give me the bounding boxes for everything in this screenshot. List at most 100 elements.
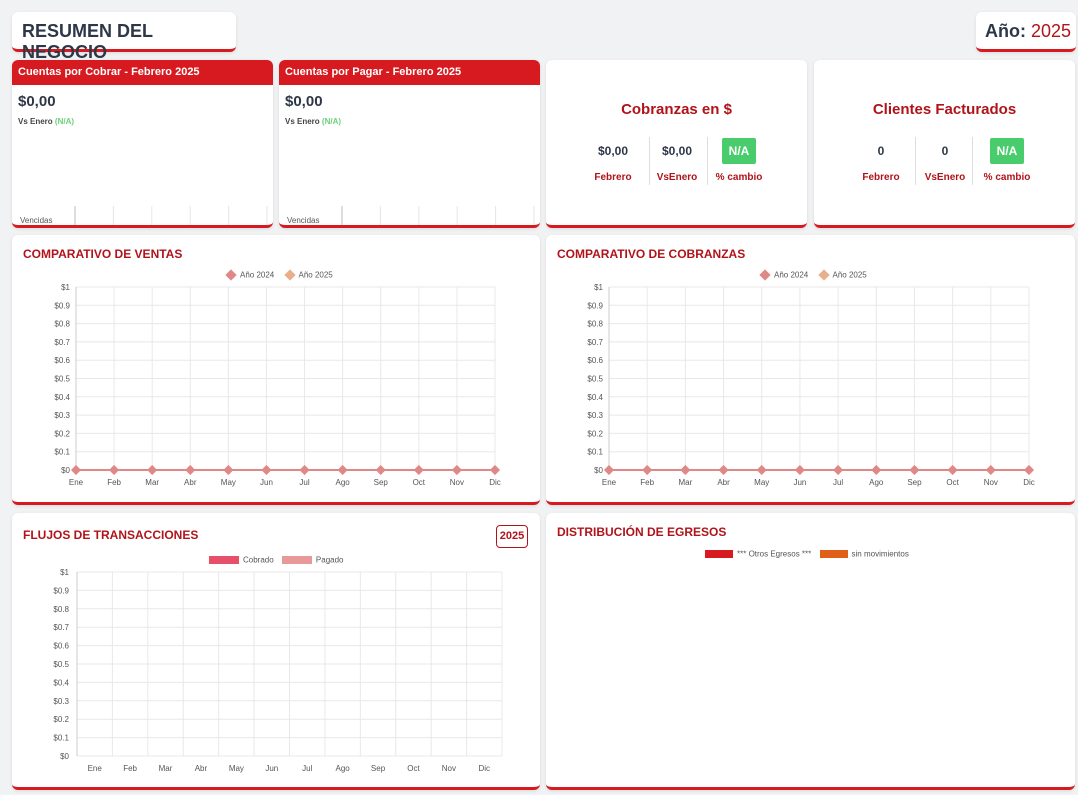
receivable-bar-chart: $0$0.2$0.4$0.6$0.8$1VencidasVigentes [20, 206, 268, 225]
y-tick-label: $1 [61, 283, 70, 292]
y-tick-label: $0.3 [587, 411, 603, 420]
x-tick-label: Ene [602, 478, 617, 487]
y-tick-label: $0.5 [54, 375, 70, 384]
data-point [1024, 465, 1034, 475]
data-point [909, 465, 920, 475]
x-tick-label: Jun [265, 764, 278, 773]
change-badge: N/A [722, 138, 756, 164]
stat-label: Febrero [862, 172, 900, 183]
y-tick-label: $0.5 [53, 660, 69, 669]
panel-title: DISTRIBUCIÓN DE EGRESOS [557, 525, 727, 539]
y-tick-label: $0.2 [54, 429, 70, 438]
y-tick-label: $0 [61, 466, 70, 475]
stat-col-month: $0,00 Febrero [583, 138, 643, 183]
y-tick-label: $0.2 [53, 715, 69, 724]
y-tick-label: $0.6 [53, 642, 69, 651]
divider [707, 137, 708, 185]
x-tick-label: Mar [145, 478, 159, 487]
collections-comparison-panel: COMPARATIVO DE COBRANZAS Año 2024 Año 20… [546, 235, 1075, 505]
y-tick-label: $0.1 [587, 448, 603, 457]
x-tick-label: Feb [107, 478, 121, 487]
expenses-distribution-panel: DISTRIBUCIÓN DE EGRESOS *** Otros Egreso… [546, 513, 1075, 790]
data-point [337, 465, 348, 475]
data-point [833, 465, 844, 475]
x-tick-label: Sep [907, 478, 922, 487]
y-tick-label: $0.1 [54, 448, 70, 457]
stat-label: % cambio [983, 172, 1031, 183]
year-selector[interactable]: Año: 2025 [976, 12, 1076, 52]
data-point [71, 465, 81, 475]
divider [972, 137, 973, 185]
y-tick-label: $0.7 [587, 338, 603, 347]
data-point [947, 465, 958, 475]
stat-value: 0 [941, 144, 949, 158]
x-tick-label: Jul [299, 478, 309, 487]
x-tick-label: Feb [123, 764, 137, 773]
x-tick-label: Ago [336, 478, 351, 487]
legend-item-otros-egresos[interactable]: *** Otros Egresos *** [705, 549, 811, 558]
year-label: Año: [985, 21, 1026, 41]
x-tick-label: Abr [717, 478, 730, 487]
x-tick-label: Jun [260, 478, 273, 487]
stat-label: VsEnero [924, 172, 966, 183]
stat-value: $0,00 [661, 144, 693, 158]
y-tick-label: $0.3 [54, 411, 70, 420]
y-category-label: Vencidas [20, 216, 52, 225]
data-point [718, 465, 729, 475]
legend-item-sin-movimientos[interactable]: sin movimientos [819, 549, 909, 558]
data-point [223, 465, 234, 475]
billed-clients-card: Clientes Facturados 0 Febrero 0 VsEnero N/… [814, 60, 1075, 228]
page-title: RESUMEN DEL NEGOCIO [22, 21, 153, 62]
collections-card: Cobranzas en $ $0,00 Febrero $0,00 VsEnero… [546, 60, 807, 228]
data-point [261, 465, 272, 475]
transactions-flow-panel: FLUJOS DE TRANSACCIONES 2025 Cobrado Pag… [12, 513, 540, 790]
data-point [985, 465, 996, 475]
data-point [794, 465, 805, 475]
x-tick-label: Dic [1023, 478, 1035, 487]
y-tick-label: $1 [594, 283, 603, 292]
data-point [109, 465, 120, 475]
y-tick-label: $0.8 [54, 320, 70, 329]
x-tick-label: Jul [833, 478, 843, 487]
x-tick-label: Nov [442, 764, 456, 773]
data-point [185, 465, 196, 475]
x-tick-label: Nov [450, 478, 464, 487]
data-point [451, 465, 462, 475]
stat-col-month: 0 Febrero [851, 138, 911, 183]
x-tick-label: Sep [374, 478, 389, 487]
stat-title: Clientes Facturados [872, 101, 1017, 118]
stat-col-vs: 0 VsEnero [915, 138, 975, 183]
x-tick-label: Dic [479, 764, 491, 773]
stat-col-change: N/A % cambio [709, 138, 769, 183]
x-tick-label: Mar [159, 764, 173, 773]
data-point [490, 465, 500, 475]
x-tick-label: Sep [371, 764, 386, 773]
sales-line-chart: $0 $0.1 $0.2 $0.3 $0.4 $0.5 $0.6 $0.7 $0.8 $0.9 $1… [54, 283, 500, 487]
data-point [604, 465, 614, 475]
y-tick-label: $0.9 [53, 586, 69, 595]
x-tick-label: Ene [69, 478, 84, 487]
y-tick-label: $0 [60, 752, 69, 761]
data-point [413, 465, 424, 475]
data-point [871, 465, 882, 475]
data-point [147, 465, 158, 475]
y-tick-label: $1 [60, 568, 69, 577]
x-tick-label: Oct [407, 764, 420, 773]
x-tick-label: Oct [413, 478, 426, 487]
data-point [375, 465, 386, 475]
stat-value: 0 [877, 144, 885, 158]
chart-legend: *** Otros Egresos *** sin movimientos [705, 549, 915, 558]
y-tick-label: $0.7 [54, 338, 70, 347]
x-tick-label: Oct [946, 478, 959, 487]
data-point [756, 465, 767, 475]
y-tick-label: $0.9 [54, 301, 70, 310]
x-tick-label: Jun [793, 478, 806, 487]
y-tick-label: $0.2 [587, 429, 603, 438]
sales-comparison-panel: COMPARATIVO DE VENTAS Año 2024 Año 2025 … [12, 235, 540, 505]
data-point [642, 465, 653, 475]
year-value[interactable]: 2025 [1031, 21, 1071, 42]
data-point [680, 465, 691, 475]
x-tick-label: Jul [302, 764, 312, 773]
accounts-receivable-card: Cuentas por Cobrar - Febrero 2025 $0,00 … [12, 60, 273, 228]
y-tick-label: $0.4 [53, 678, 69, 687]
